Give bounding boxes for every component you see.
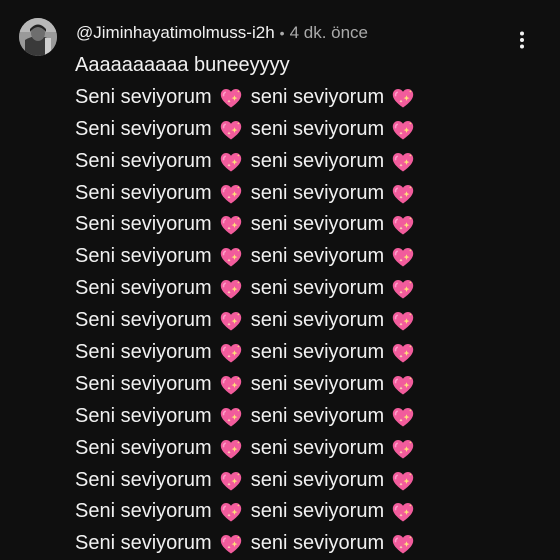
line-text-b: seni seviyorum [250,245,385,268]
line-text-a: Seni seviyorum [75,309,212,332]
sparkling-heart-icon [391,437,415,461]
sparkling-heart-icon [219,405,243,429]
avatar[interactable] [19,18,57,56]
comment-line: Seni seviyorum seni seviyorum [75,496,515,528]
line-text-a: Seni seviyorum [75,117,212,140]
comment-line: Seni seviyorum seni seviyorum [75,114,515,146]
line-text-a: Seni seviyorum [75,181,212,204]
line-text-b: seni seviyorum [250,277,385,300]
sparkling-heart-icon [219,532,243,556]
sparkling-heart-icon [391,213,415,237]
header-separator: • [279,25,285,41]
sparkling-heart-icon [219,118,243,142]
sparkling-heart-icon [391,118,415,142]
line-text-b: seni seviyorum [250,213,385,236]
sparkling-heart-icon [391,500,415,524]
sparkling-heart-icon [219,500,243,524]
comment-line: Seni seviyorum seni seviyorum [75,209,515,241]
sparkling-heart-icon [219,277,243,301]
line-text-a: Seni seviyorum [75,372,212,395]
comment-line: Seni seviyorum seni seviyorum [75,241,515,273]
comment-line: Seni seviyorum seni seviyorum [75,433,515,465]
sparkling-heart-icon [219,150,243,174]
sparkling-heart-icon [219,469,243,493]
sparkling-heart-icon [391,469,415,493]
sparkling-heart-icon [219,373,243,397]
sparkling-heart-icon [391,373,415,397]
line-text-b: seni seviyorum [250,341,385,364]
line-text-a: Seni seviyorum [75,532,212,555]
comment-line: Seni seviyorum seni seviyorum [75,305,515,337]
comment-line: Aaaaaaaaaa buneeyyyy [75,50,515,82]
line-text-a: Seni seviyorum [75,149,212,172]
line-text-b: seni seviyorum [250,117,385,140]
sparkling-heart-icon [391,277,415,301]
line-text-b: seni seviyorum [250,181,385,204]
line-text-a: Seni seviyorum [75,85,212,108]
line-text-a: Seni seviyorum [75,277,212,300]
line-text-b: seni seviyorum [250,309,385,332]
line-text-b: seni seviyorum [250,372,385,395]
comment-thread: @Jiminhayatimolmuss-i2h • 4 dk. önce Aaa… [0,0,560,560]
sparkling-heart-icon [219,309,243,333]
comment-line: Seni seviyorum seni seviyorum [75,401,515,433]
line-text-a: Seni seviyorum [75,341,212,364]
sparkling-heart-icon [391,150,415,174]
sparkling-heart-icon [391,245,415,269]
comment-line: Seni seviyorum seni seviyorum [75,337,515,369]
sparkling-heart-icon [391,405,415,429]
comment-first-line: Aaaaaaaaaa buneeyyyy [75,54,290,76]
sparkling-heart-icon [391,86,415,110]
sparkling-heart-icon [391,341,415,365]
line-text-b: seni seviyorum [250,500,385,523]
line-text-b: seni seviyorum [250,85,385,108]
line-text-a: Seni seviyorum [75,468,212,491]
comment-line: Seni seviyorum seni seviyorum [75,369,515,401]
line-text-a: Seni seviyorum [75,213,212,236]
avatar-image [19,18,57,56]
comment-line: Seni seviyorum seni seviyorum [75,465,515,497]
author-name[interactable]: @Jiminhayatimolmuss-i2h [76,23,275,43]
line-text-b: seni seviyorum [250,532,385,555]
line-text-b: seni seviyorum [250,404,385,427]
comment-header: @Jiminhayatimolmuss-i2h • 4 dk. önce [76,21,368,45]
more-vertical-icon [520,31,524,49]
line-text-a: Seni seviyorum [75,436,212,459]
comment-line: Seni seviyorum seni seviyorum [75,528,515,560]
line-text-b: seni seviyorum [250,149,385,172]
line-text-b: seni seviyorum [250,468,385,491]
sparkling-heart-icon [391,309,415,333]
sparkling-heart-icon [219,437,243,461]
line-text-b: seni seviyorum [250,436,385,459]
comment-line: Seni seviyorum seni seviyorum [75,273,515,305]
comment-text: Aaaaaaaaaa buneeyyyy Seni seviyorum seni… [75,50,515,560]
sparkling-heart-icon [219,182,243,206]
comment-line: Seni seviyorum seni seviyorum [75,178,515,210]
comment-timestamp[interactable]: 4 dk. önce [290,23,368,43]
sparkling-heart-icon [391,182,415,206]
sparkling-heart-icon [391,532,415,556]
comment-line: Seni seviyorum seni seviyorum [75,82,515,114]
sparkling-heart-icon [219,86,243,110]
line-text-a: Seni seviyorum [75,245,212,268]
line-text-a: Seni seviyorum [75,500,212,523]
line-text-a: Seni seviyorum [75,404,212,427]
sparkling-heart-icon [219,213,243,237]
comment-line: Seni seviyorum seni seviyorum [75,146,515,178]
sparkling-heart-icon [219,341,243,365]
sparkling-heart-icon [219,245,243,269]
